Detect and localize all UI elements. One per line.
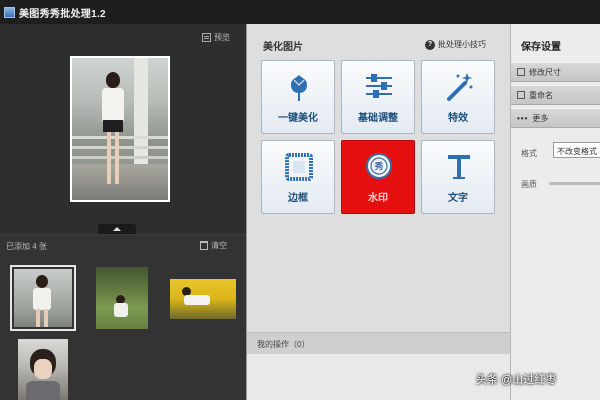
watermark-stamp-icon: 秀: [366, 153, 392, 179]
save-settings-panel: 保存设置 修改尺寸 重命名 ••• 更多 格式 不改变格式 画质: [510, 24, 600, 400]
quality-label: 画质: [521, 180, 537, 189]
thumbnail-strip: 已添加 4 张 清空: [0, 234, 246, 400]
tool-label: 文字: [448, 193, 468, 204]
more-label: 更多: [532, 113, 549, 123]
clear-button[interactable]: 清空: [200, 240, 227, 251]
beautify-title: 美化图片: [263, 42, 303, 53]
resize-label: 修改尺寸: [529, 67, 561, 77]
tips-label: 批处理小技巧: [438, 40, 486, 49]
tool-one-click-beautify[interactable]: 一键美化: [261, 60, 335, 134]
tool-label: 一键美化: [278, 113, 318, 124]
main-preview-image: [70, 56, 170, 202]
title-bar: 美图秀秀批处理1.2: [0, 0, 600, 24]
thumbnail-4[interactable]: [18, 339, 68, 400]
my-operations-label: 我的操作（0）: [257, 340, 310, 349]
thumbnail-1[interactable]: [10, 265, 76, 331]
tool-watermark[interactable]: 秀 水印: [341, 140, 415, 214]
my-operations-bar: 我的操作（0）: [247, 332, 511, 354]
svg-text:秀: 秀: [373, 161, 383, 173]
tool-label: 特效: [448, 113, 468, 124]
tool-label: 边框: [288, 193, 308, 204]
window-title: 美图秀秀批处理1.2: [19, 8, 106, 20]
resize-icon: [517, 68, 525, 76]
app-icon: [4, 6, 15, 18]
frame-icon: [285, 153, 313, 181]
sliders-icon: [366, 74, 392, 98]
my-operations-list: [247, 354, 511, 400]
preview-panel: 预览 已添加 4 张 清空: [0, 24, 246, 400]
tool-label: 水印: [368, 193, 388, 204]
trash-icon: [200, 241, 208, 250]
thumbnail-2[interactable]: [96, 267, 148, 329]
tool-basic-adjust[interactable]: 基础调整: [341, 60, 415, 134]
more-dots-icon: •••: [517, 113, 529, 123]
tool-text[interactable]: 文字: [421, 140, 495, 214]
magic-wand-icon: [447, 73, 473, 101]
quality-slider[interactable]: [549, 182, 600, 185]
added-count: 已添加 4 张: [6, 242, 47, 251]
watermark-text: 头条 @山过红枣: [476, 374, 557, 386]
rename-label: 重命名: [529, 90, 553, 100]
tool-label: 基础调整: [358, 113, 398, 124]
tulip-icon: [291, 75, 307, 101]
preview-button[interactable]: 预览: [202, 32, 230, 43]
text-t-icon: [448, 155, 470, 179]
thumbnail-3[interactable]: [170, 279, 236, 319]
format-label: 格式: [521, 149, 537, 158]
save-settings-title: 保存设置: [521, 42, 561, 53]
collapse-thumbnails-button[interactable]: [98, 224, 136, 234]
preview-label: 预览: [214, 33, 230, 42]
tips-link[interactable]: ? 批处理小技巧: [425, 39, 486, 50]
format-select[interactable]: 不改变格式: [553, 142, 600, 158]
clear-label: 清空: [211, 241, 227, 250]
tool-effects[interactable]: 特效: [421, 60, 495, 134]
more-row[interactable]: ••• 更多: [511, 108, 600, 128]
preview-icon: [202, 33, 211, 42]
rename-row[interactable]: 重命名: [511, 85, 600, 105]
tool-frame[interactable]: 边框: [261, 140, 335, 214]
rename-icon: [517, 91, 525, 99]
beautify-panel: 美化图片 ? 批处理小技巧 一键美化 基础调整 特效 边框 秀 水印 文字 我的…: [246, 24, 511, 400]
help-icon: ?: [425, 39, 435, 50]
resize-row[interactable]: 修改尺寸: [511, 62, 600, 82]
